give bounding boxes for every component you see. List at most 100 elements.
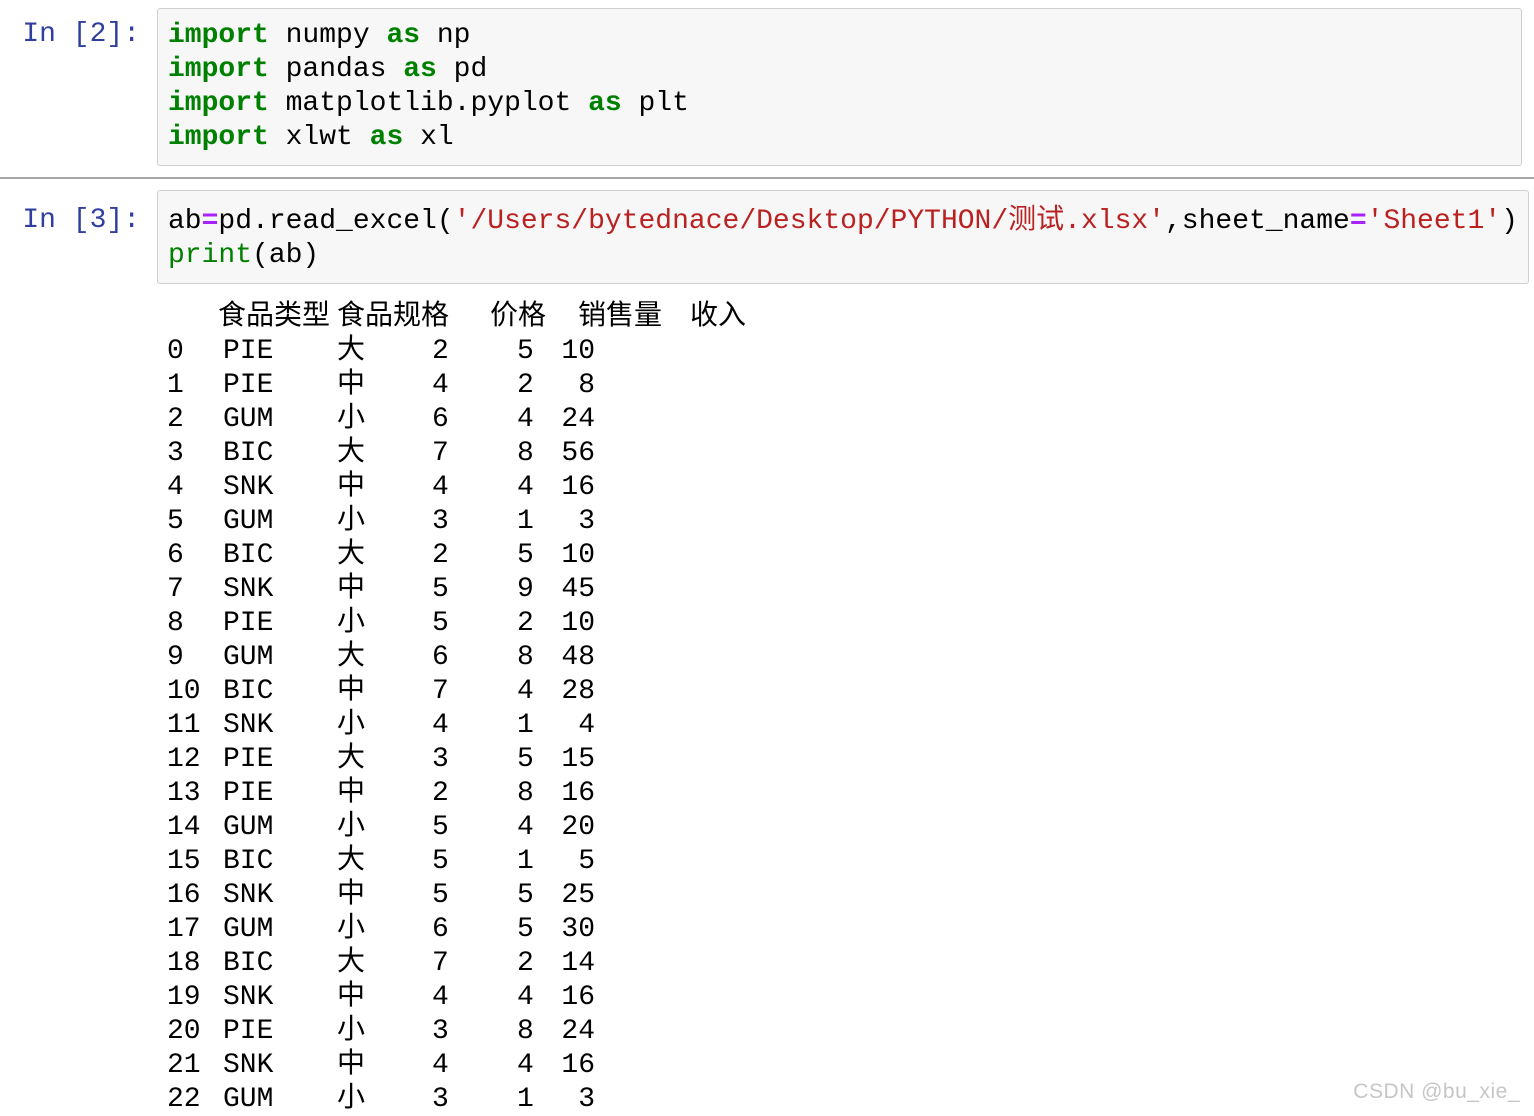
output-cell: PIE <box>223 1016 274 1047</box>
output-cell: 6 <box>167 540 184 571</box>
output-cell: 20 <box>167 1016 201 1047</box>
output-cell: 17 <box>167 914 201 945</box>
output-cell: PIE <box>223 608 274 639</box>
output-cell: 15 <box>167 846 201 877</box>
input-prompt-in3: In [3]: <box>22 205 140 236</box>
output-data-row: 20 PIE 小 3 8 24 <box>167 1015 1534 1049</box>
output-cell: 48 <box>561 642 595 673</box>
code-editor-in3[interactable]: ab=pd.read_excel('/Users/bytednace/Deskt… <box>157 190 1529 284</box>
code-token: matplotlib.pyplot <box>268 88 589 119</box>
output-data-row: 7 SNK 中 5 9 45 <box>167 573 1534 607</box>
output-cell: 13 <box>167 778 201 809</box>
output-data-row: 1 PIE 中 4 2 8 <box>167 369 1534 403</box>
output-cell: BIC <box>223 948 274 979</box>
output-cell: 4 <box>578 710 595 741</box>
output-cell: 3 <box>578 1084 595 1115</box>
output-data-row: 6 BIC 大 2 5 10 <box>167 539 1534 573</box>
output-cell: GUM <box>223 812 274 843</box>
code-editor-in2[interactable]: import numpy as np import pandas as pd imp… <box>157 8 1522 166</box>
code-line: import pandas as pd <box>168 53 1511 87</box>
output-data-row: 8 PIE 小 5 2 10 <box>167 607 1534 641</box>
output-cell: GUM <box>223 1084 274 1115</box>
output-data-row: 13 PIE 中 2 8 16 <box>167 777 1534 811</box>
jupyter-notebook: In [2]: import numpy as np import pandas … <box>0 0 1534 1116</box>
output-data-row: 16 SNK 中 5 5 25 <box>167 879 1534 913</box>
output-cell: 1 <box>167 370 184 401</box>
output-cell: 5 <box>167 506 184 537</box>
output-cell: SNK <box>223 710 274 741</box>
output-cell: 16 <box>561 472 595 503</box>
output-cell: 16 <box>561 982 595 1013</box>
watermark: CSDN @bu_xie_ <box>1353 1080 1520 1103</box>
output-cell: 4 <box>432 370 449 401</box>
output-cell: SNK <box>223 472 274 503</box>
output-cell: 11 <box>167 710 201 741</box>
output-cell: 30 <box>561 914 595 945</box>
output-cell: SNK <box>223 574 274 605</box>
output-cell: 大 <box>337 846 366 877</box>
output-data-row: 17 GUM 小 6 5 30 <box>167 913 1534 947</box>
output-cell: GUM <box>223 914 274 945</box>
code-token: pd.read_excel( <box>218 206 454 237</box>
output-cell: 21 <box>167 1050 201 1081</box>
output-cell: 9 <box>167 642 184 673</box>
output-cell: PIE <box>223 370 274 401</box>
code-token: xlwt <box>268 122 370 153</box>
output-cell: SNK <box>223 880 274 911</box>
output-cell: 2 <box>432 540 449 571</box>
output-cell: 4 <box>432 472 449 503</box>
code-token: np <box>420 20 471 51</box>
output-data-row: 5 GUM 小 3 1 3 <box>167 505 1534 539</box>
cell-divider <box>0 177 1534 179</box>
output-cell: 5 <box>432 880 449 911</box>
code-token: as <box>386 20 421 51</box>
output-data-row: 18 BIC 大 7 2 14 <box>167 947 1534 981</box>
output-cell: 中 <box>337 370 366 401</box>
output-cell: 20 <box>561 812 595 843</box>
code-token: as <box>588 88 622 119</box>
output-cell: 小 <box>337 1016 366 1047</box>
output-cell: 14 <box>167 812 201 843</box>
output-cell: PIE <box>223 778 274 809</box>
output-column-header: 食品类型 <box>218 302 331 333</box>
output-cell: 小 <box>337 506 366 537</box>
output-data-row: 15 BIC 大 5 1 5 <box>167 845 1534 879</box>
output-cell: 8 <box>578 370 595 401</box>
output-cell: 7 <box>432 676 449 707</box>
output-column-header: 销售量 <box>578 302 663 333</box>
code-token: import <box>168 122 269 153</box>
output-cell: 中 <box>337 1050 366 1081</box>
output-data-row: 2 GUM 小 6 4 24 <box>167 403 1534 437</box>
output-cell: 7 <box>167 574 184 605</box>
output-cell: 16 <box>561 778 595 809</box>
output-cell: 2 <box>432 778 449 809</box>
output-cell: 19 <box>167 982 201 1013</box>
output-cell: 大 <box>337 336 366 367</box>
output-cell: 6 <box>432 914 449 945</box>
output-cell: 4 <box>432 1050 449 1081</box>
output-cell: 小 <box>337 710 366 741</box>
output-cell: 中 <box>337 574 366 605</box>
code-token: = <box>1349 206 1367 237</box>
code-token: '/Users/bytednace/Desktop/PYTHON/测试.xlsx… <box>453 206 1165 237</box>
code-line: print(ab) <box>168 239 1518 273</box>
output-cell: SNK <box>223 982 274 1013</box>
code-token: import <box>168 54 269 85</box>
code-line: import xlwt as xl <box>168 121 1511 155</box>
output-column-header: 食品规格 <box>337 302 450 333</box>
output-cell: 大 <box>337 642 366 673</box>
output-cell: 7 <box>432 438 449 469</box>
output-cell: 10 <box>167 676 201 707</box>
output-cell: 6 <box>432 642 449 673</box>
output-cell: 56 <box>561 438 595 469</box>
output-cell: GUM <box>223 404 274 435</box>
output-cell: 12 <box>167 744 201 775</box>
output-cell: 5 <box>432 812 449 843</box>
output-cell: 10 <box>561 336 595 367</box>
output-cell: 3 <box>432 1016 449 1047</box>
output-cell: 28 <box>561 676 595 707</box>
code-token: ,sheet_name <box>1164 206 1350 237</box>
code-token: (ab) <box>252 240 320 271</box>
output-cell: 22 <box>167 1084 201 1115</box>
output-cell: SNK <box>223 1050 274 1081</box>
